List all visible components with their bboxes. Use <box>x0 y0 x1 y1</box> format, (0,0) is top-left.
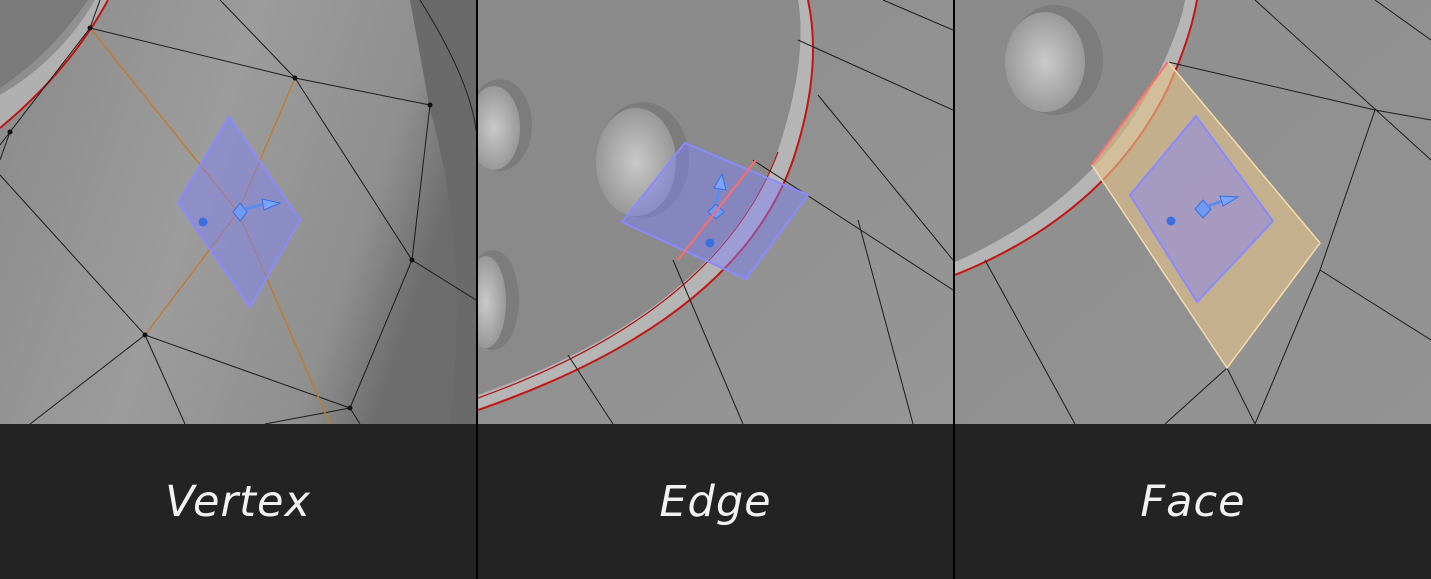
mode-caption: Face <box>955 424 1431 579</box>
viewport-3d-edge[interactable] <box>478 0 953 424</box>
face-label: Face <box>1140 476 1246 527</box>
viewport-3d-face[interactable] <box>955 0 1431 424</box>
edge-label: Edge <box>659 476 772 527</box>
viewport-comparison: Vertex Edge Face <box>0 0 1431 579</box>
mode-caption: Edge <box>478 424 953 579</box>
edge-mode-panel: Edge <box>478 0 953 579</box>
mode-caption: Vertex <box>0 424 476 579</box>
vertex-mode-panel: Vertex <box>0 0 476 579</box>
face-mode-panel: Face <box>955 0 1431 579</box>
viewport-3d-vertex[interactable] <box>0 0 476 424</box>
vertex-label: Vertex <box>165 476 311 527</box>
